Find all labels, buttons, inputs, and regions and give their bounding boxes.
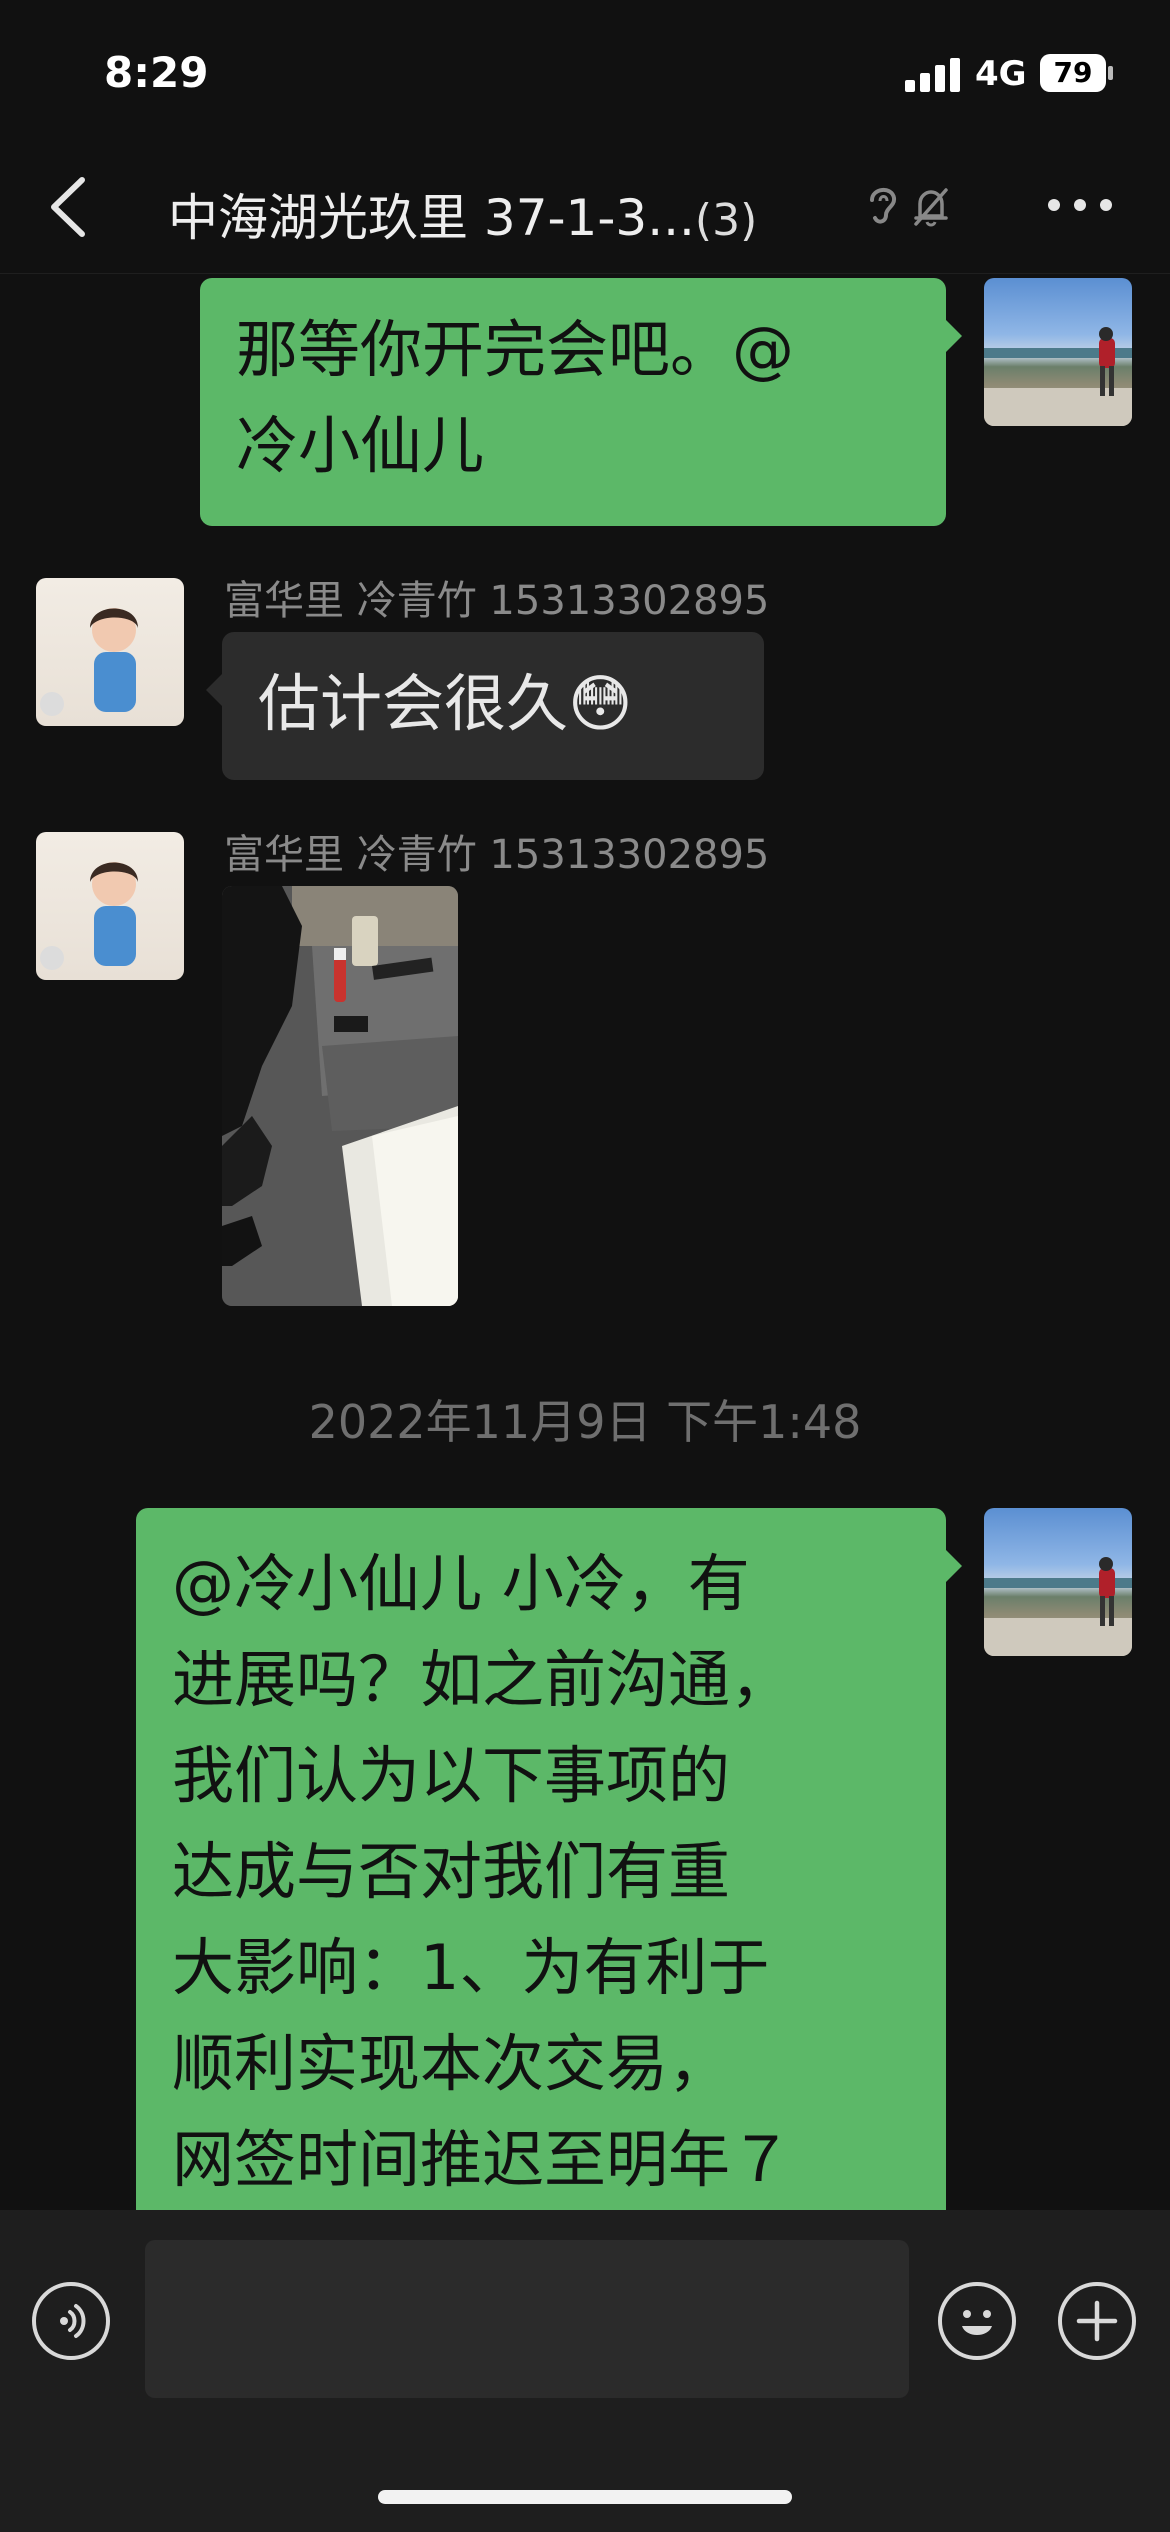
network-type: 4G <box>975 54 1027 94</box>
mute-bell-icon <box>914 188 948 227</box>
message-text: 估计会很久 <box>258 667 569 740</box>
back-icon[interactable] <box>40 172 100 242</box>
message-bubble-other[interactable]: 估计会很久😳 <box>206 632 764 780</box>
chat-title-text: 中海湖光玖里 37-1-3... <box>168 189 695 247</box>
image-message[interactable] <box>222 886 458 1306</box>
message-line: 进展吗？如之前沟通， <box>172 1643 793 1716</box>
message-line: @冷小仙儿 小冷，有 <box>172 1547 750 1620</box>
ear-icon <box>870 188 897 224</box>
avatar-other[interactable] <box>36 578 184 726</box>
status-time: 8:29 <box>104 48 209 97</box>
message-line: 顺利实现本次交易， <box>172 2027 731 2100</box>
meeting-photo <box>222 886 458 1306</box>
member-count: (3) <box>694 195 758 246</box>
avatar-photo <box>984 1557 1132 1656</box>
timestamp: 2022年11月9日 下午1:48 <box>308 1395 862 1449</box>
sender-name: 富华里 冷青竹 15313302895 <box>224 578 770 624</box>
message-line: 那等你开完会吧。@ <box>236 313 795 386</box>
voice-icon <box>60 2304 86 2338</box>
message-line: 网签时间推迟至明年７ <box>172 2123 793 2196</box>
avatar-photo <box>40 862 138 970</box>
flushed-emoji: 😳 <box>568 667 633 740</box>
message-input[interactable] <box>145 2240 909 2398</box>
more-functions-button[interactable] <box>1058 2282 1136 2360</box>
chat-title[interactable]: 中海湖光玖里 37-1-3...(3) <box>168 178 757 250</box>
message-line: 达成与否对我们有重 <box>172 1835 731 1908</box>
message-bubble-self[interactable]: 那等你开完会吧。@ 冷小仙儿 <box>200 278 962 526</box>
home-indicator <box>378 2490 792 2504</box>
avatar-other[interactable] <box>36 832 184 980</box>
more-icon[interactable] <box>1040 182 1120 228</box>
avatar-photo <box>984 327 1132 426</box>
sender-name: 富华里 冷青竹 15313302895 <box>224 832 770 878</box>
signal-icon <box>905 58 960 92</box>
voice-input-button[interactable] <box>32 2282 110 2360</box>
plus-icon <box>1076 2300 1118 2342</box>
avatar-self[interactable] <box>984 1508 1132 1656</box>
smiley-icon <box>962 2310 992 2335</box>
avatar-photo <box>40 608 138 716</box>
message-line: 冷小仙儿 <box>236 409 485 482</box>
message-line: 大影响：1、为有利于 <box>172 1931 770 2004</box>
avatar-self[interactable] <box>984 278 1132 426</box>
emoji-button[interactable] <box>938 2282 1016 2360</box>
message-bubble-self[interactable]: @冷小仙儿 小冷，有 进展吗？如之前沟通， 我们认为以下事项的 达成与否对我们有… <box>136 1508 962 2268</box>
battery-cap <box>1108 66 1113 80</box>
battery-icon: 79 <box>1040 54 1106 92</box>
message-line: 我们认为以下事项的 <box>172 1739 731 1812</box>
